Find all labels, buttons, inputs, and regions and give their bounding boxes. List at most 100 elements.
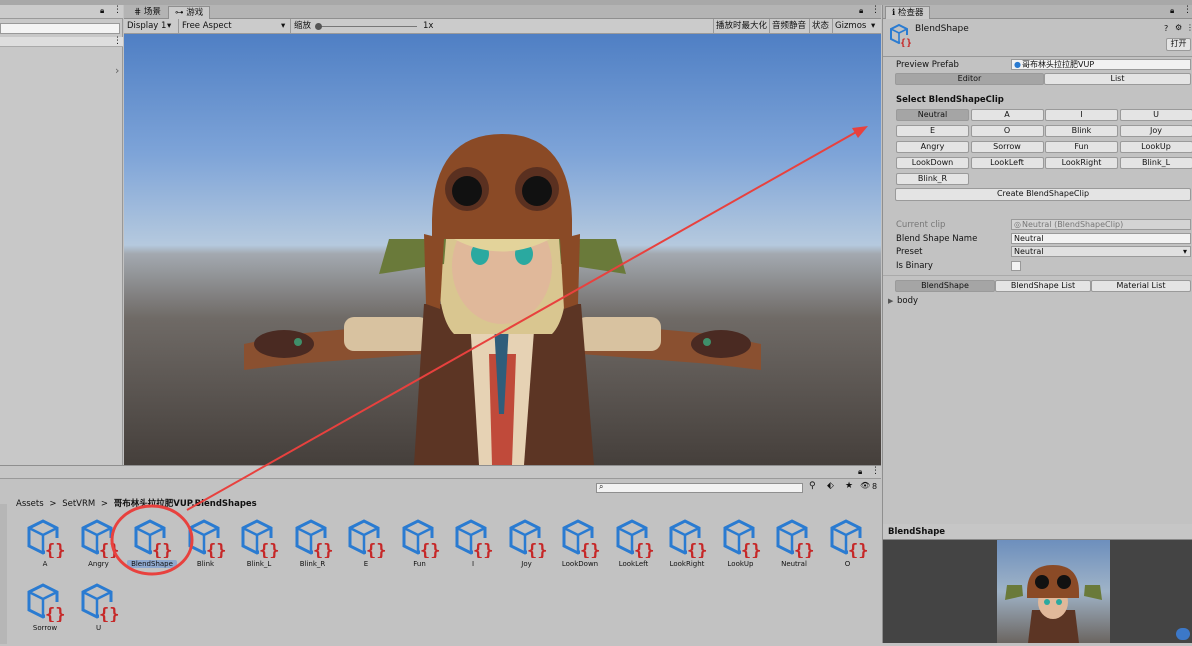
clip-button[interactable]: Blink [1045, 125, 1118, 137]
asset-item[interactable]: {}E [341, 518, 391, 580]
menu-icon[interactable]: ⋮ [113, 5, 122, 15]
asset-item[interactable]: {}Sorrow [20, 582, 70, 644]
current-clip-field: ◎ Neutral (BlendShapeClip) [1011, 219, 1191, 230]
preview-title: BlendShape [883, 524, 1192, 540]
grid-icon: ⋕ [134, 7, 144, 17]
svg-text:{}: {} [794, 541, 814, 558]
preview-settings-icon[interactable] [1176, 628, 1190, 640]
asset-label: Angry [74, 560, 124, 568]
asset-item[interactable]: {}Angry [74, 518, 124, 580]
blendshape-asset-icon: {} [25, 518, 65, 558]
expand-arrow-icon[interactable]: › [115, 64, 119, 77]
game-toolbar: Display 1 ▾ Free Aspect ▾ 缩放 1x 播放时最大化 音… [124, 19, 881, 34]
kebab-icon[interactable]: ⋮ [113, 36, 122, 46]
stats-toggle[interactable]: 状态 [812, 20, 829, 33]
dropdown-arrow-icon: ▾ [1183, 247, 1187, 256]
hierarchy-search-input[interactable] [0, 23, 120, 34]
tab-scene[interactable]: ⋕ 场景 [128, 6, 167, 19]
clip-button[interactable]: Fun [1045, 141, 1118, 153]
divider [809, 19, 810, 34]
clip-button[interactable]: LookUp [1120, 141, 1192, 153]
asset-item[interactable]: {}Fun [395, 518, 445, 580]
dropdown-arrow-icon: ▾ [871, 20, 875, 33]
asset-item[interactable]: {} LookDown [555, 518, 605, 580]
expand-arrow-icon[interactable]: ▶ [888, 297, 893, 305]
asset-label: LookDown [555, 560, 605, 568]
dropdown-arrow-icon: ▾ [281, 20, 285, 33]
clip-button[interactable]: Angry [896, 141, 969, 153]
clip-button[interactable]: LookDown [896, 157, 969, 169]
blend-shape-name-input[interactable]: Neutral [1011, 233, 1191, 244]
clip-button[interactable]: LookRight [1045, 157, 1118, 169]
asset-item[interactable]: {}Blink_R [288, 518, 338, 580]
preview-viewport[interactable] [997, 540, 1110, 643]
blendshape-asset-icon: {} [453, 518, 493, 558]
svg-text:{}: {} [848, 541, 868, 558]
blendshape-asset-icon: {} [400, 518, 440, 558]
asset-item[interactable]: {}LookRight [662, 518, 712, 580]
lock-icon[interactable]: 🔒︎ [859, 6, 863, 16]
clip-button-grid: NeutralAIU EOBlinkJoy AngrySorrowFunLookUp… [883, 5, 1192, 205]
clip-button[interactable]: A [971, 109, 1044, 121]
clip-button[interactable]: O [971, 125, 1044, 137]
svg-text:{}: {} [420, 541, 440, 558]
preset-dropdown[interactable]: Neutral ▾ [1011, 246, 1191, 257]
clip-button[interactable]: Blink_L [1120, 157, 1192, 169]
maximize-on-play-toggle[interactable]: 播放时最大化 [716, 20, 767, 33]
asset-label: BlendShape [127, 560, 177, 568]
scale-slider-handle[interactable] [315, 23, 322, 30]
aspect-dropdown[interactable]: Free Aspect [182, 20, 232, 33]
clip-button[interactable]: Sorrow [971, 141, 1044, 153]
asset-label: I [448, 560, 498, 568]
gizmos-toggle[interactable]: Gizmos [835, 20, 866, 33]
asset-label: U [74, 624, 124, 632]
body-foldout[interactable]: body [897, 296, 918, 306]
scale-slider-track[interactable] [317, 26, 417, 27]
asset-item[interactable]: {}Blink [181, 518, 231, 580]
create-blendshape-clip-button[interactable]: Create BlendShapeClip [895, 188, 1191, 201]
clip-button[interactable]: E [896, 125, 969, 137]
game-viewport[interactable] [124, 34, 881, 465]
is-binary-checkbox[interactable] [1011, 261, 1021, 271]
asset-item[interactable]: {} U [74, 582, 124, 644]
avatar-preview-render [997, 540, 1110, 643]
asset-item[interactable]: {} BlendShape [127, 518, 177, 580]
blendshape-asset-icon: {} [293, 518, 333, 558]
asset-item[interactable]: {}Joy [502, 518, 552, 580]
svg-text:{}: {} [580, 541, 600, 558]
mute-audio-toggle[interactable]: 音频静音 [772, 20, 806, 33]
clip-button[interactable]: Joy [1120, 125, 1192, 137]
subtab-material-list[interactable]: Material List [1091, 280, 1191, 292]
asset-label: Joy [502, 560, 552, 568]
asset-item[interactable]: {} I [448, 518, 498, 580]
divider [290, 19, 291, 34]
blendshape-asset-icon: {} [828, 518, 868, 558]
view-tabs: ⋕ 场景 ⊶ 游戏 🔒︎ ⋮ [124, 5, 881, 19]
asset-item[interactable]: {}LookUp [716, 518, 766, 580]
asset-item[interactable]: {}Neutral [769, 518, 819, 580]
asset-item[interactable]: {}A [20, 518, 70, 580]
blendshape-asset-icon: {} [239, 518, 279, 558]
clip-button[interactable]: Blink_R [896, 173, 969, 185]
svg-text:{}: {} [99, 605, 119, 622]
asset-item[interactable]: {}Blink_L [234, 518, 284, 580]
lock-icon[interactable]: 🔒︎ [100, 6, 104, 16]
tab-game[interactable]: ⊶ 游戏 [168, 6, 210, 19]
asset-item[interactable]: {}LookLeft [609, 518, 659, 580]
subtab-blendshape[interactable]: BlendShape [895, 280, 995, 292]
clip-button[interactable]: U [1120, 109, 1192, 121]
clip-button[interactable]: Neutral [896, 109, 969, 121]
svg-text:{}: {} [259, 541, 279, 558]
blendshape-asset-icon: {} [132, 518, 172, 558]
asset-item[interactable]: {}O [823, 518, 873, 580]
subtab-blendshape-list[interactable]: BlendShape List [995, 280, 1091, 292]
display-dropdown[interactable]: Display 1 [127, 20, 166, 33]
svg-text:{}: {} [687, 541, 707, 558]
menu-icon[interactable]: ⋮ [871, 5, 880, 15]
project-panel: 🔒︎ ⋮ ⌕ ⚲ ⬖ ★ 👁︎ 8 Assets > SetVRM > 哥布林头… [0, 465, 881, 643]
clip-button[interactable]: LookLeft [971, 157, 1044, 169]
clip-button[interactable]: I [1045, 109, 1118, 121]
gamepad-icon: ⊶ [175, 8, 186, 18]
divider [832, 19, 833, 34]
svg-text:{}: {} [206, 541, 226, 558]
